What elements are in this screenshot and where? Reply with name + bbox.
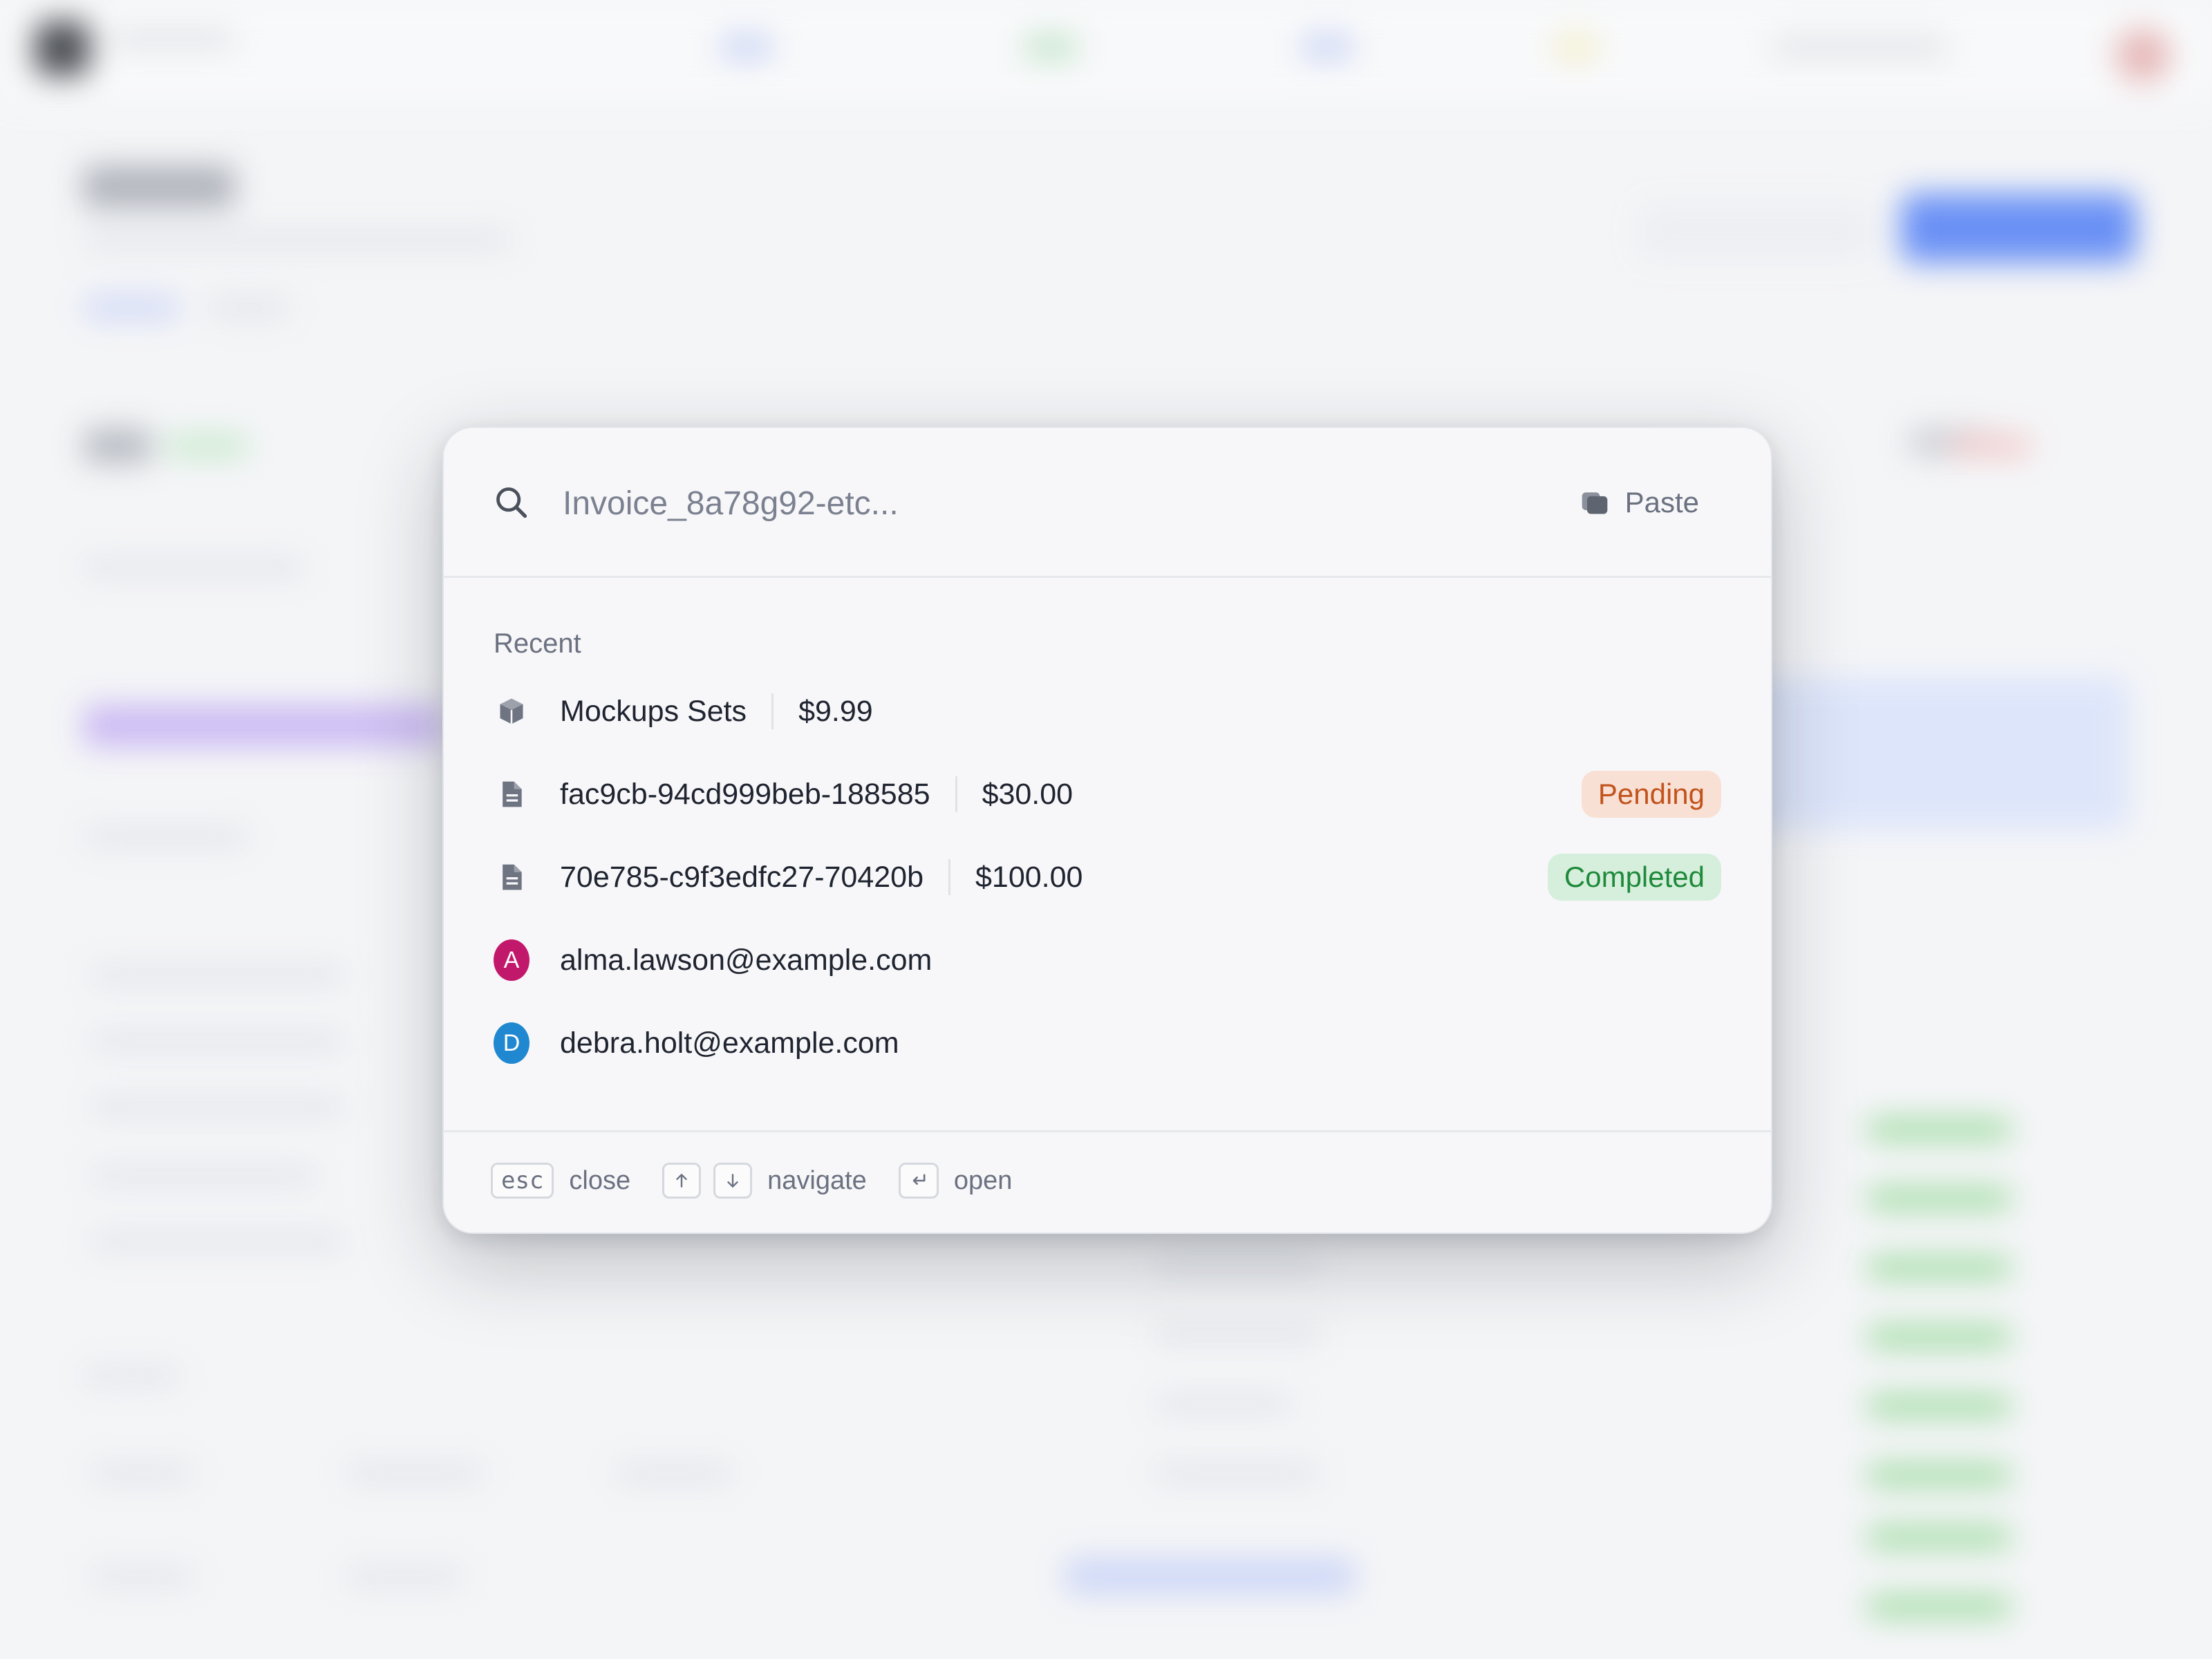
- background-stat: [166, 435, 249, 456]
- item-name: fac9cb-94cd999beb-188585: [560, 777, 930, 811]
- background-tab: [207, 297, 290, 318]
- close-hint: close: [569, 1165, 631, 1195]
- background-text: [1154, 1327, 1320, 1342]
- arrow-up-icon: [662, 1163, 702, 1199]
- background-button: [1638, 204, 1873, 259]
- background-subtitle: [83, 232, 512, 248]
- item-amount: $30.00: [982, 777, 1074, 811]
- status-badge-completed: Completed: [1547, 854, 1721, 901]
- background-text: [83, 1369, 180, 1384]
- enter-icon: [898, 1163, 939, 1199]
- paste-label: Paste: [1624, 486, 1699, 518]
- background-text: [1154, 1258, 1320, 1273]
- separator: [948, 859, 950, 895]
- document-icon: [494, 776, 529, 812]
- background-text: [90, 1569, 194, 1584]
- background-text: [1154, 1396, 1293, 1412]
- background-nav-pill: [1770, 35, 1949, 59]
- background-title: [83, 166, 235, 207]
- background-text: [615, 1465, 733, 1481]
- background-nav-pill: [1300, 35, 1355, 59]
- document-icon: [494, 859, 529, 895]
- background-status: [1866, 1528, 2012, 1547]
- background-text: [83, 560, 304, 575]
- item-name: 70e785-c9f3edfc27-70420b: [560, 860, 924, 894]
- background-status: [1866, 1465, 2012, 1485]
- background-status: [1866, 1597, 2012, 1616]
- recent-heading: Recent: [494, 628, 581, 659]
- background-nav-pill: [719, 35, 774, 59]
- avatar: A: [494, 939, 529, 981]
- avatar-initial: D: [494, 1022, 529, 1064]
- clipboard-icon: [1582, 492, 1607, 514]
- recent-item-invoice[interactable]: fac9cb-94cd999beb-188585 $30.00 Pending: [444, 761, 1771, 827]
- background-text: [90, 1234, 346, 1249]
- background-text: [346, 1569, 463, 1584]
- background-text: [90, 1099, 346, 1114]
- avatar-initial: A: [494, 939, 529, 981]
- search-icon: [496, 487, 527, 518]
- open-hint: open: [953, 1165, 1013, 1195]
- box-icon: [494, 693, 529, 729]
- background-nav-pill: [1023, 35, 1078, 59]
- background-text: [1154, 1465, 1320, 1481]
- recent-item-customer[interactable]: A alma.lawson@example.com: [444, 927, 1771, 993]
- background-stat: [83, 429, 152, 463]
- status-badge-pending: Pending: [1581, 771, 1721, 818]
- item-amount: $9.99: [798, 694, 873, 728]
- separator: [955, 776, 957, 812]
- background-text: [83, 830, 249, 845]
- search-bar: Paste: [444, 428, 1771, 578]
- esc-key: esc: [491, 1163, 554, 1199]
- background-brand: [111, 31, 235, 46]
- background-status: [1866, 1258, 2012, 1277]
- background-text: [90, 1033, 346, 1049]
- recent-item-invoice[interactable]: 70e785-c9f3edfc27-70420b $100.00 Complet…: [444, 844, 1771, 910]
- recent-item-customer[interactable]: D debra.holt@example.com: [444, 1010, 1771, 1076]
- background-tab: [83, 297, 180, 318]
- background-chart: [1756, 677, 2129, 830]
- background-status: [1866, 1189, 2012, 1208]
- background-status: [1866, 1327, 2012, 1347]
- background-status: [1866, 1396, 2012, 1416]
- search-input[interactable]: [561, 472, 1463, 534]
- background-pagination: [1065, 1559, 1355, 1593]
- background-text: [90, 968, 346, 983]
- background-nav-pill: [1555, 35, 1597, 59]
- background-logo: [35, 21, 90, 76]
- background-avatar: [2115, 28, 2171, 83]
- item-amount: $100.00: [975, 860, 1083, 894]
- item-email: alma.lawson@example.com: [560, 943, 932, 977]
- background-stat: [1949, 435, 2032, 456]
- separator: [771, 693, 774, 729]
- navigate-hint: navigate: [767, 1165, 867, 1195]
- background-progress-bar: [83, 705, 442, 747]
- background-text: [90, 1465, 194, 1481]
- background-status: [1866, 1120, 2012, 1139]
- item-name: Mockups Sets: [560, 694, 747, 728]
- keyboard-hints-footer: esc close navigate open: [444, 1130, 1771, 1232]
- recent-item-product[interactable]: Mockups Sets $9.99: [444, 678, 1771, 744]
- background-primary-button: [1901, 194, 2136, 263]
- command-palette: Paste Recent Mockups Sets $9.99: [442, 427, 1772, 1234]
- item-email: debra.holt@example.com: [560, 1026, 899, 1060]
- background-text: [90, 1168, 318, 1183]
- paste-button[interactable]: Paste: [1580, 472, 1699, 533]
- background-text: [346, 1465, 484, 1481]
- arrow-down-icon: [713, 1163, 753, 1199]
- avatar: D: [494, 1022, 529, 1064]
